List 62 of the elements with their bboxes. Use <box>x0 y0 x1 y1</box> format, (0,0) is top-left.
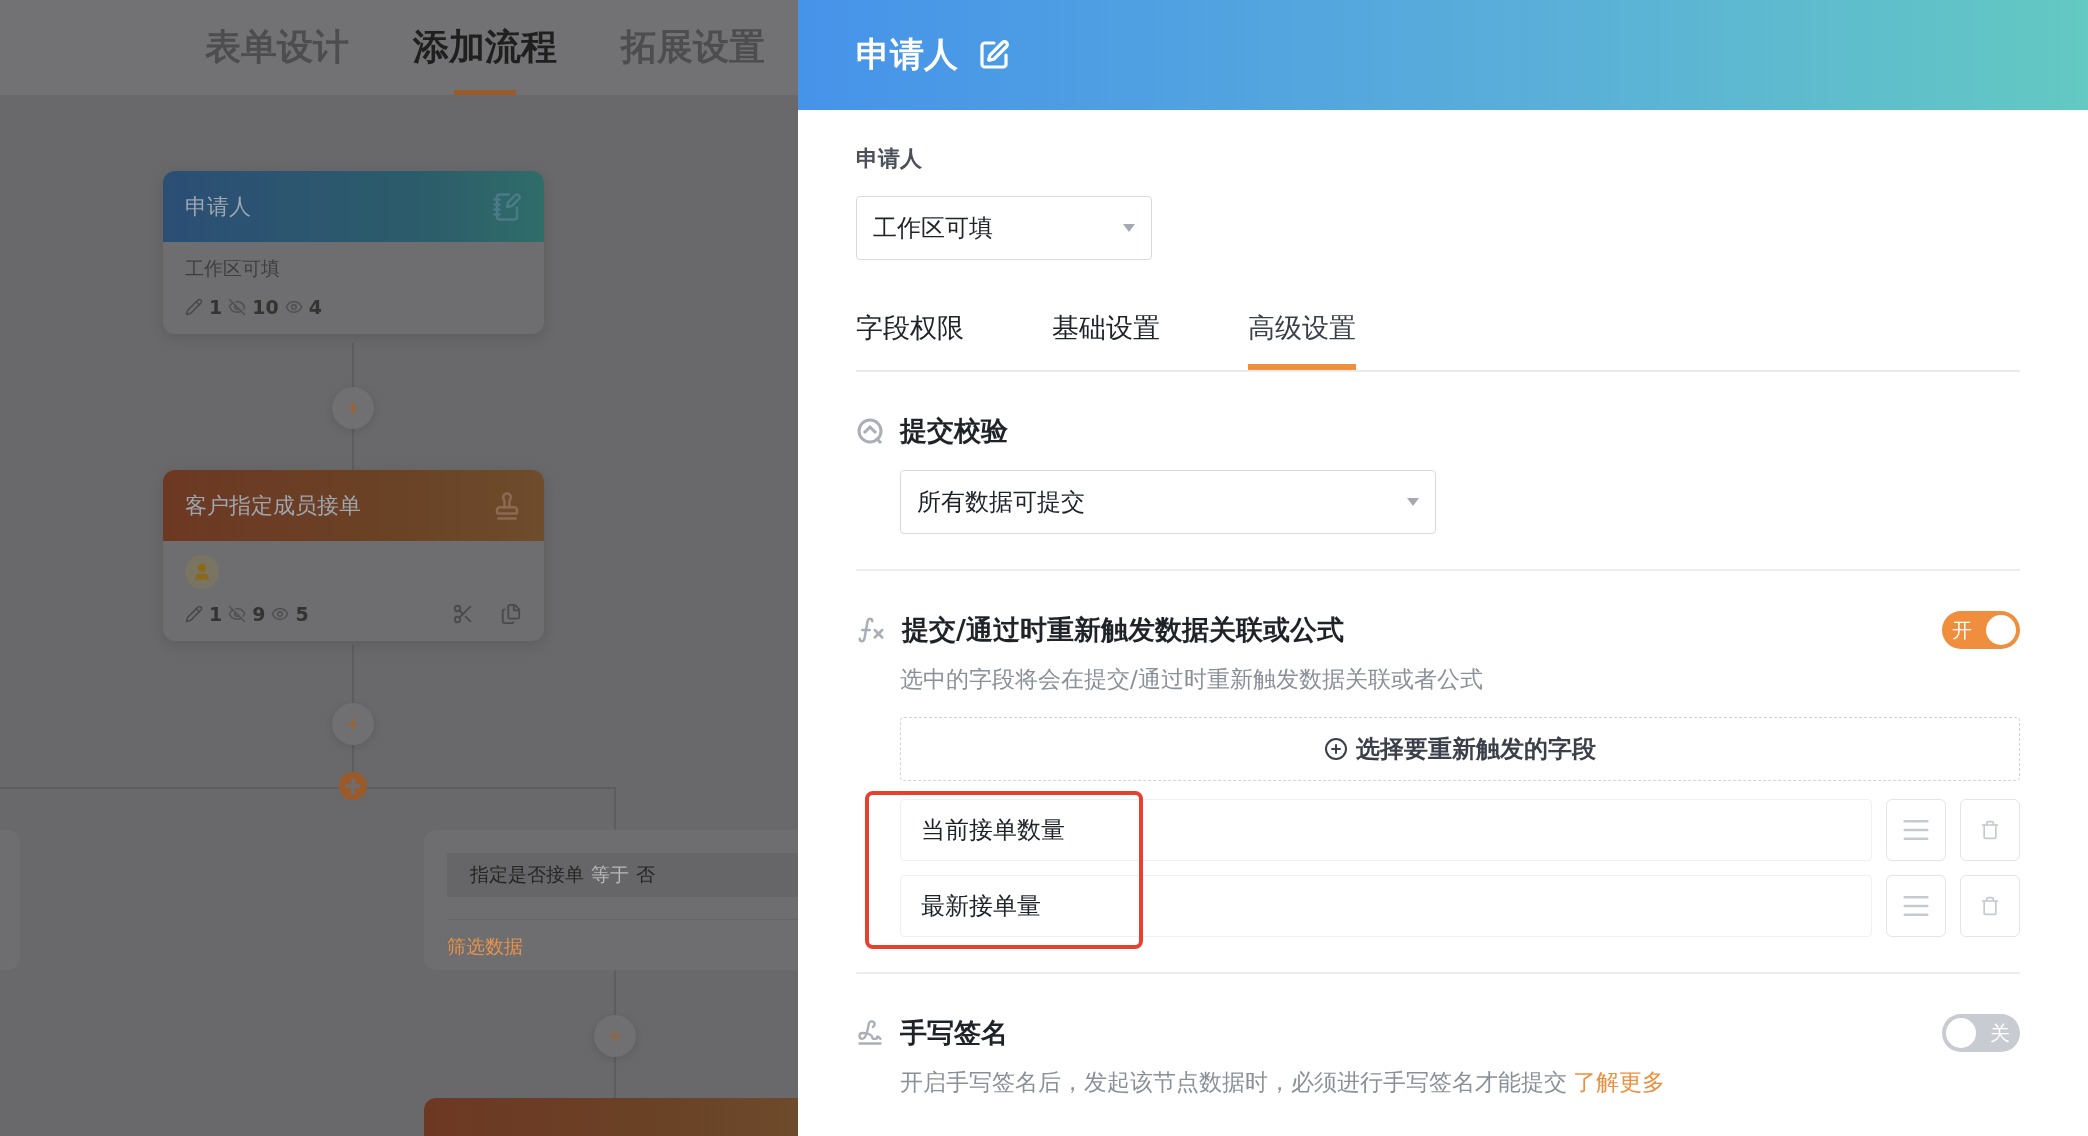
eye-off-icon <box>228 298 247 316</box>
branch-card[interactable]: 指定是否接单 等于 否 筛选数据 <box>424 830 798 970</box>
hidden-count: 10 <box>252 296 279 318</box>
plus-icon <box>344 715 362 733</box>
field-label: 申请人 <box>856 145 923 173</box>
plus-icon <box>344 399 362 417</box>
function-icon <box>856 615 886 645</box>
add-node-button[interactable] <box>594 1015 636 1057</box>
trash-icon <box>1980 820 2000 840</box>
condition-value: 否 <box>636 862 655 887</box>
add-node-button[interactable] <box>332 387 374 429</box>
eye-off-icon <box>228 605 247 623</box>
user-avatar <box>185 555 219 589</box>
edit-icon[interactable] <box>978 39 1010 71</box>
flow-tab[interactable]: 添加流程 <box>413 0 557 95</box>
toggle-switch[interactable]: 开 <box>1942 611 2020 649</box>
condition-operator: 等于 <box>591 862 629 887</box>
delete-button[interactable] <box>1960 799 2020 861</box>
add-field-button[interactable]: 选择要重新触发的字段 <box>900 717 2020 781</box>
settings-tab[interactable]: 高级设置 <box>1248 310 1356 370</box>
pencil-icon <box>185 605 203 623</box>
dropdown-caret-icon <box>1407 498 1419 506</box>
flow-node-card[interactable]: 客户指定成员接单 1 9 5 <box>163 470 544 641</box>
drag-handle-button[interactable] <box>1886 875 1946 937</box>
field-row: 当前接单数量 <box>900 799 1872 861</box>
scissors-icon[interactable] <box>452 603 474 625</box>
plus-icon <box>606 1027 624 1045</box>
drag-handle-button[interactable] <box>1886 799 1946 861</box>
hidden-count: 9 <box>252 603 266 625</box>
editable-count: 1 <box>209 603 223 625</box>
visible-count: 5 <box>295 603 309 625</box>
delete-button[interactable] <box>1960 875 2020 937</box>
dropdown-caret-icon <box>1123 224 1135 232</box>
section-title: 提交校验 <box>900 414 1009 448</box>
copy-icon[interactable] <box>500 603 522 625</box>
eye-icon <box>284 298 303 316</box>
eye-icon <box>271 605 290 623</box>
learn-more-link[interactable]: 了解更多 <box>1573 1066 1665 1098</box>
trash-icon <box>1980 896 2000 916</box>
settings-tab[interactable]: 字段权限 <box>856 310 964 370</box>
section-title: 手写签名 <box>900 1016 1009 1050</box>
condition-field: 指定是否接单 <box>470 862 584 888</box>
section-description: 选中的字段将会在提交/通过时重新触发数据关联或者公式 <box>900 665 1484 694</box>
add-node-button[interactable] <box>332 703 374 745</box>
plus-circle-icon <box>1324 737 1348 761</box>
visible-count: 4 <box>308 296 322 318</box>
check-circle-icon <box>856 417 884 445</box>
add-branch-button[interactable] <box>339 772 367 800</box>
pencil-icon <box>185 298 203 316</box>
applicant-select[interactable]: 工作区可填 <box>856 196 1152 260</box>
signature-icon <box>856 1019 884 1047</box>
section-description: 开启手写签名后，发起该节点数据时，必须进行手写签名才能提交 <box>900 1068 1567 1097</box>
settings-tab[interactable]: 基础设置 <box>1052 310 1160 370</box>
plus-icon <box>342 775 364 797</box>
node-title: 客户指定成员接单 <box>185 491 361 520</box>
validation-select[interactable]: 所有数据可提交 <box>900 470 1436 534</box>
section-title: 提交/通过时重新触发数据关联或公式 <box>902 613 1345 647</box>
panel-title: 申请人 <box>856 33 958 76</box>
node-title: 申请人 <box>185 192 251 221</box>
form-icon <box>492 191 522 222</box>
field-row: 最新接单量 <box>900 875 1872 937</box>
editable-count: 1 <box>209 296 223 318</box>
